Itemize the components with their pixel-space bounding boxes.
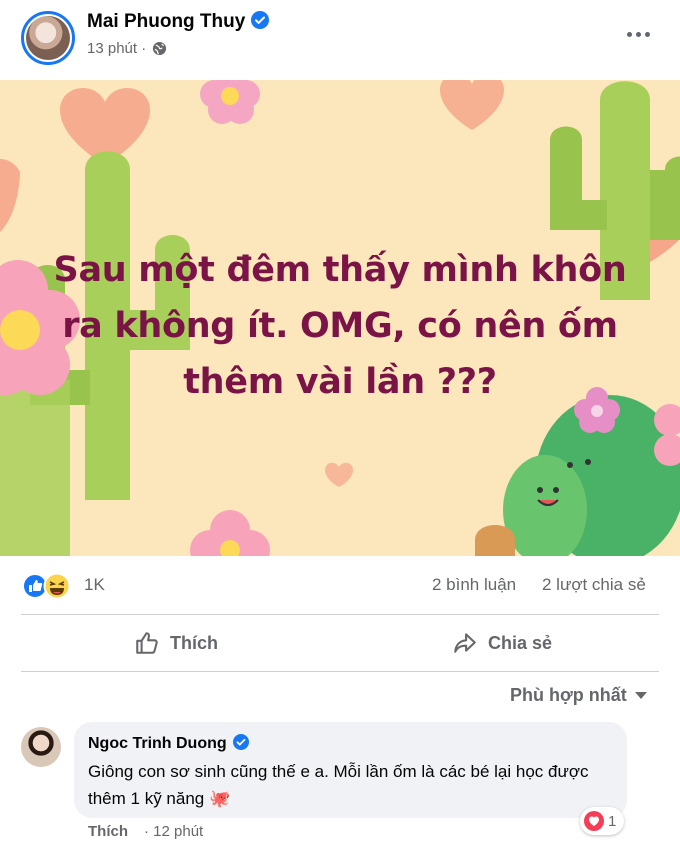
- comment-text-body: Giông con sơ sinh cũng thế e a. Mỗi lần …: [88, 762, 589, 808]
- heart-reaction-icon: [584, 811, 604, 831]
- post-header: Mai Phuong Thuy 13 phút ·: [0, 0, 680, 80]
- divider: [21, 671, 659, 672]
- share-arrow-icon: [454, 633, 476, 653]
- author-name-text[interactable]: Mai Phuong Thuy: [87, 11, 245, 32]
- comment-time: · 12 phút: [144, 823, 204, 840]
- like-label: Thích: [170, 632, 218, 653]
- meta-separator: ·: [141, 40, 147, 57]
- comment-bubble: Ngoc Trinh Duong Giông con sơ sinh cũng …: [74, 722, 627, 818]
- post-image[interactable]: Sau một đêm thấy mình khôn ra không ít. …: [0, 80, 680, 556]
- sort-label: Phù hợp nhất: [510, 685, 627, 705]
- share-label: Chia sẻ: [488, 632, 553, 653]
- like-reaction-icon: [22, 573, 48, 599]
- comment-like-button[interactable]: Thích: [88, 823, 128, 840]
- thumbs-up-icon: [136, 632, 158, 654]
- author-avatar[interactable]: [21, 11, 75, 65]
- commenter-name-text[interactable]: Ngoc Trinh Duong: [88, 735, 227, 752]
- like-button[interactable]: Thích: [134, 623, 218, 663]
- comment-reaction-count: 1: [608, 812, 617, 830]
- comment-time-value[interactable]: 12 phút: [153, 823, 203, 840]
- author-name[interactable]: Mai Phuong Thuy: [87, 11, 270, 33]
- post-text: Sau một đêm thấy mình khôn ra không ít. …: [53, 250, 627, 402]
- reaction-icons[interactable]: [21, 572, 77, 600]
- divider: [21, 614, 659, 615]
- more-options-button[interactable]: [620, 16, 656, 52]
- verified-badge-icon: [232, 734, 249, 750]
- share-count[interactable]: 2 lượt chia sẻ: [542, 575, 646, 595]
- globe-icon: [153, 41, 167, 56]
- comment-count[interactable]: 2 bình luận: [432, 575, 516, 595]
- commenter-name[interactable]: Ngoc Trinh Duong: [88, 734, 249, 753]
- commenter-avatar[interactable]: [21, 727, 61, 767]
- post-time[interactable]: 13 phút: [87, 40, 137, 57]
- verified-badge-icon: [251, 11, 270, 29]
- share-button[interactable]: Chia sẻ: [452, 623, 552, 663]
- octopus-emoji: 🐙: [208, 789, 231, 808]
- post-meta: 13 phút ·: [87, 40, 167, 57]
- caret-down-icon: [634, 692, 647, 699]
- comment-reaction-badge[interactable]: 1: [580, 807, 625, 835]
- reaction-count[interactable]: 1K: [84, 575, 105, 595]
- haha-reaction-icon: [43, 572, 71, 600]
- comment-sort-dropdown[interactable]: Phù hợp nhất: [510, 685, 647, 706]
- comment-text: Giông con sơ sinh cũng thế e a. Mỗi lần …: [88, 758, 608, 812]
- more-dots-icon: [626, 31, 632, 37]
